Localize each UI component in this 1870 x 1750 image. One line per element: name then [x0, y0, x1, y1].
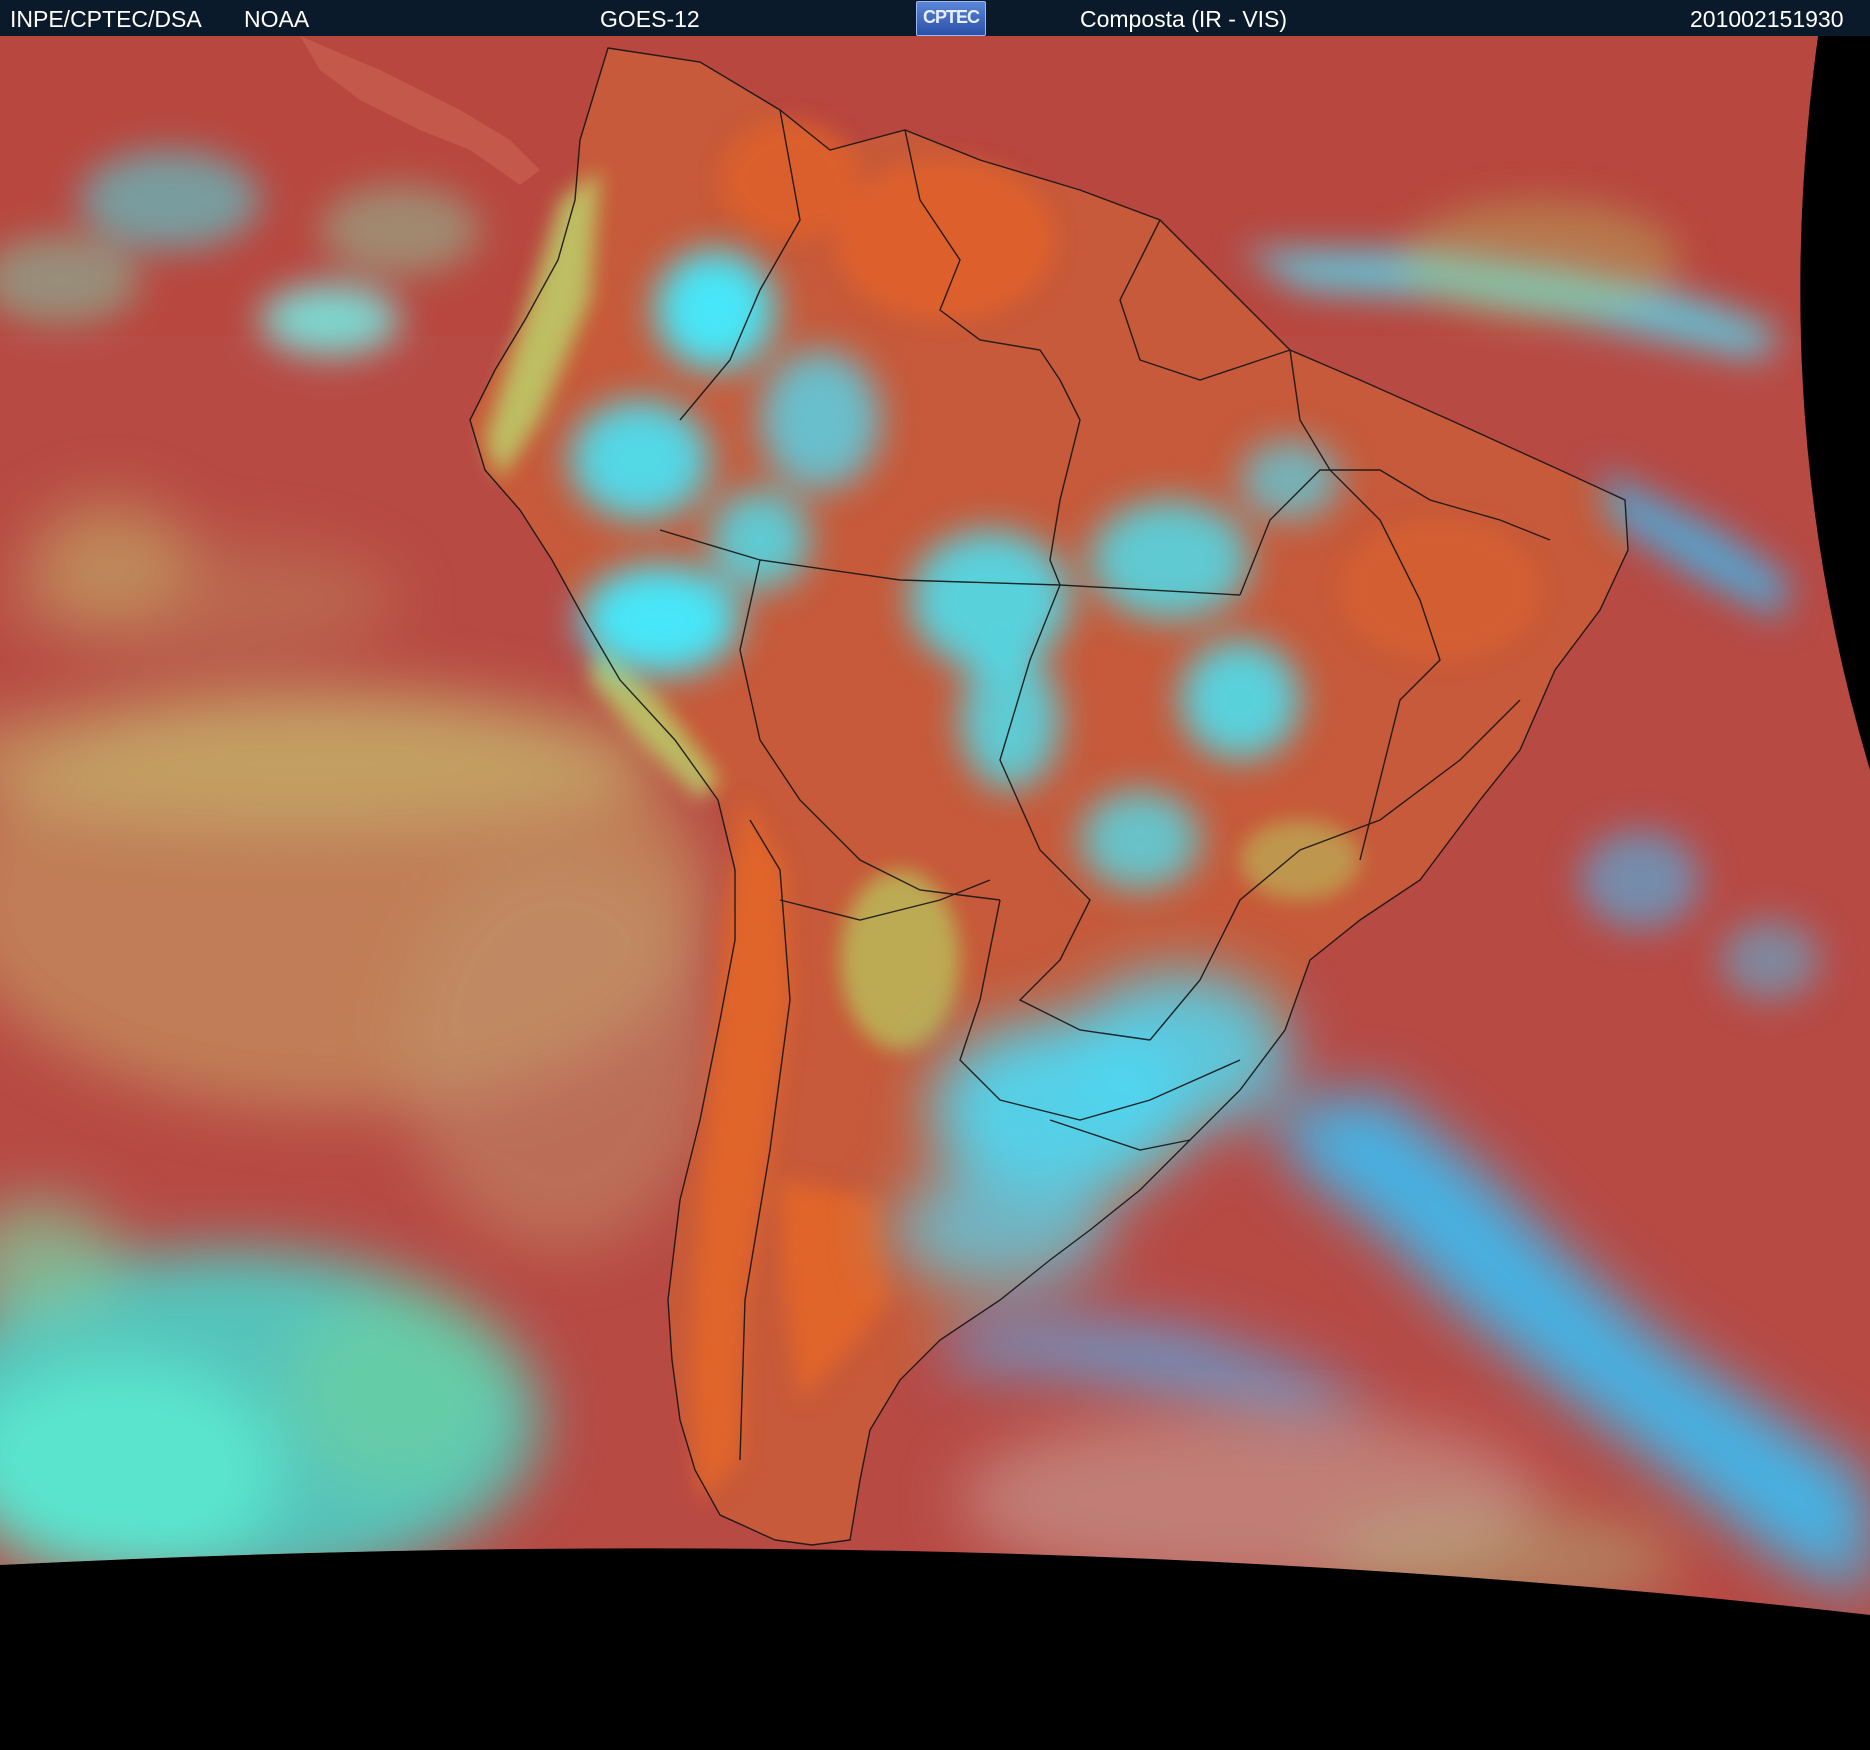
satellite-composite-image — [0, 36, 1870, 1750]
logo-text: CPTEC — [922, 7, 980, 27]
agency-label: INPE/CPTEC/DSA — [10, 6, 202, 32]
satellite-label: GOES-12 — [600, 6, 700, 32]
product-label: Composta (IR - VIS) — [1080, 6, 1288, 32]
image-header: INPE/CPTEC/DSA NOAA GOES-12 CPTEC Compos… — [0, 0, 1870, 36]
data-source-label: NOAA — [244, 6, 310, 32]
timestamp-label: 201002151930 — [1690, 6, 1844, 32]
cptec-logo: CPTEC — [916, 1, 986, 36]
